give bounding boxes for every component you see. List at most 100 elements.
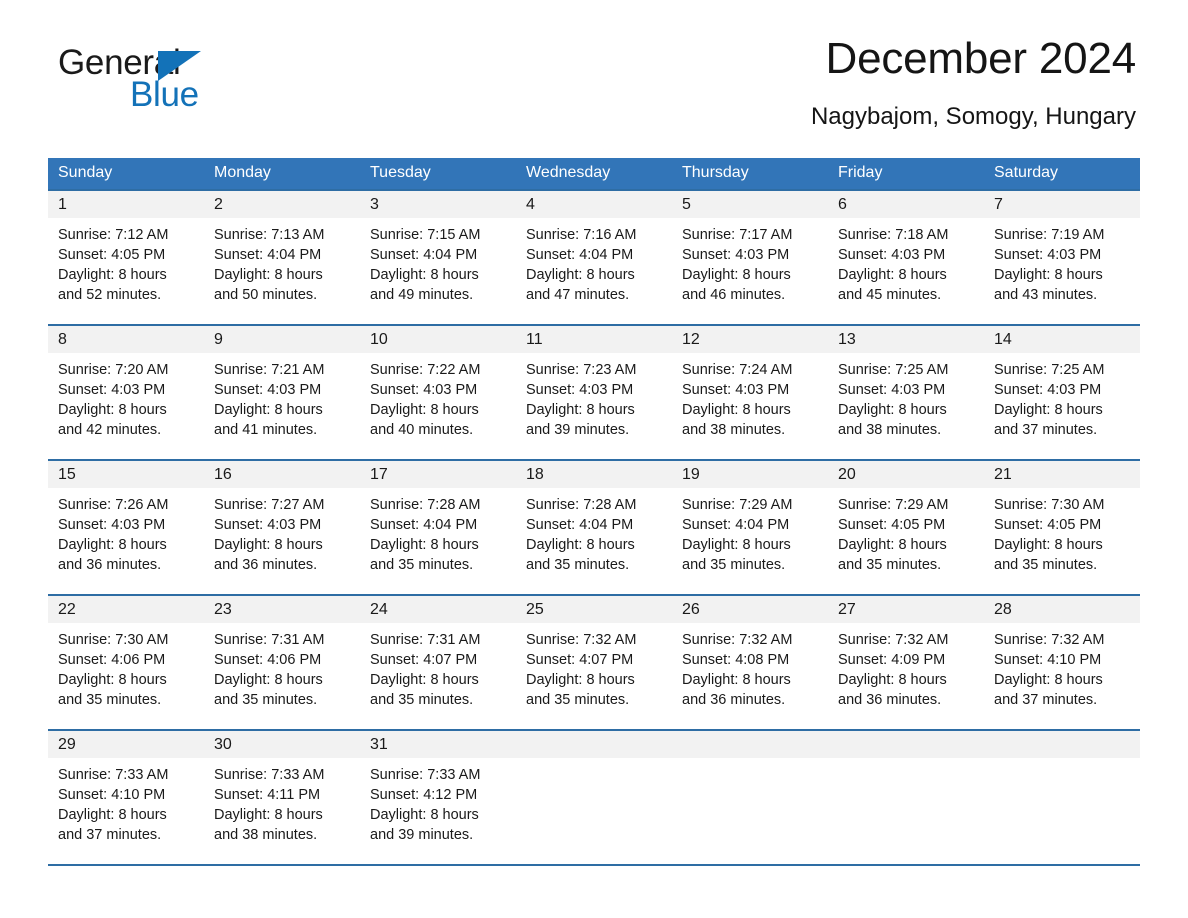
day-details: Sunrise: 7:15 AM Sunset: 4:04 PM Daylight:… [360, 218, 516, 305]
calendar-day[interactable]: 20 Sunrise: 7:29 AM Sunset: 4:05 PM Dayligh… [828, 461, 984, 594]
day-number: 20 [828, 461, 984, 488]
calendar-cell: 30 Sunrise: 7:33 AM Sunset: 4:11 PM Dayligh… [204, 729, 360, 866]
calendar-day[interactable]: 11 Sunrise: 7:23 AM Sunset: 4:03 PM Dayligh… [516, 326, 672, 459]
day-number: 1 [48, 191, 204, 218]
daylight-duration-line2: and 35 minutes. [370, 557, 474, 573]
calendar-day[interactable]: 12 Sunrise: 7:24 AM Sunset: 4:03 PM Dayligh… [672, 326, 828, 459]
sunrise-time: Sunrise: 7:32 AM [526, 632, 637, 648]
calendar-cell: 13 Sunrise: 7:25 AM Sunset: 4:03 PM Dayligh… [828, 324, 984, 460]
sunset-time: Sunset: 4:03 PM [214, 517, 322, 533]
day-details: Sunrise: 7:29 AM Sunset: 4:05 PM Daylight:… [828, 488, 984, 575]
daylight-duration-line1: Daylight: 8 hours [58, 267, 167, 283]
daylight-duration-line1: Daylight: 8 hours [838, 537, 947, 553]
calendar-day[interactable]: 17 Sunrise: 7:28 AM Sunset: 4:04 PM Dayligh… [360, 461, 516, 594]
calendar-day[interactable]: 6 Sunrise: 7:18 AM Sunset: 4:03 PM Daylight… [828, 191, 984, 324]
calendar-day[interactable]: 27 Sunrise: 7:32 AM Sunset: 4:09 PM Dayligh… [828, 596, 984, 729]
calendar-day[interactable]: 30 Sunrise: 7:33 AM Sunset: 4:11 PM Dayligh… [204, 731, 360, 864]
calendar-day[interactable]: 24 Sunrise: 7:31 AM Sunset: 4:07 PM Dayligh… [360, 596, 516, 729]
day-details: Sunrise: 7:16 AM Sunset: 4:04 PM Daylight:… [516, 218, 672, 305]
day-details: Sunrise: 7:32 AM Sunset: 4:10 PM Daylight:… [984, 623, 1140, 710]
sunrise-time: Sunrise: 7:16 AM [526, 227, 637, 243]
day-details: Sunrise: 7:30 AM Sunset: 4:05 PM Daylight:… [984, 488, 1140, 575]
day-details: Sunrise: 7:28 AM Sunset: 4:04 PM Daylight:… [516, 488, 672, 575]
calendar-week-row: 15 Sunrise: 7:26 AM Sunset: 4:03 PM Dayligh… [48, 459, 1140, 595]
calendar-day[interactable]: 26 Sunrise: 7:32 AM Sunset: 4:08 PM Dayligh… [672, 596, 828, 729]
sunset-time: Sunset: 4:05 PM [838, 517, 946, 533]
day-number: 29 [48, 731, 204, 758]
sunrise-time: Sunrise: 7:20 AM [58, 362, 169, 378]
daylight-duration-line2: and 35 minutes. [58, 692, 162, 708]
calendar-day[interactable]: 8 Sunrise: 7:20 AM Sunset: 4:03 PM Daylight… [48, 326, 204, 459]
calendar-day[interactable]: 18 Sunrise: 7:28 AM Sunset: 4:04 PM Dayligh… [516, 461, 672, 594]
day-details: Sunrise: 7:21 AM Sunset: 4:03 PM Daylight:… [204, 353, 360, 440]
calendar-day[interactable]: 4 Sunrise: 7:16 AM Sunset: 4:04 PM Daylight… [516, 191, 672, 324]
general-blue-logo[interactable]: General Blue [58, 45, 298, 113]
page-subtitle-location: Nagybajom, Somogy, Hungary [810, 103, 1136, 130]
calendar-cell: 10 Sunrise: 7:22 AM Sunset: 4:03 PM Dayligh… [360, 324, 516, 460]
calendar-day[interactable]: 29 Sunrise: 7:33 AM Sunset: 4:10 PM Dayligh… [48, 731, 204, 864]
day-number: 26 [672, 596, 828, 623]
sunrise-time: Sunrise: 7:12 AM [58, 227, 169, 243]
daylight-duration-line1: Daylight: 8 hours [682, 267, 791, 283]
sunset-time: Sunset: 4:05 PM [58, 247, 166, 263]
daylight-duration-line1: Daylight: 8 hours [58, 672, 167, 688]
sunset-time: Sunset: 4:03 PM [526, 382, 634, 398]
calendar-week-row: 29 Sunrise: 7:33 AM Sunset: 4:10 PM Dayligh… [48, 729, 1140, 866]
sunrise-time: Sunrise: 7:28 AM [370, 497, 481, 513]
calendar-day[interactable]: 16 Sunrise: 7:27 AM Sunset: 4:03 PM Dayligh… [204, 461, 360, 594]
sunrise-time: Sunrise: 7:28 AM [526, 497, 637, 513]
sunrise-time: Sunrise: 7:25 AM [994, 362, 1105, 378]
daylight-duration-line1: Daylight: 8 hours [526, 537, 635, 553]
sunrise-time: Sunrise: 7:26 AM [58, 497, 169, 513]
calendar-day[interactable]: 10 Sunrise: 7:22 AM Sunset: 4:03 PM Dayligh… [360, 326, 516, 459]
daylight-duration-line1: Daylight: 8 hours [370, 807, 479, 823]
calendar-day[interactable]: 25 Sunrise: 7:32 AM Sunset: 4:07 PM Dayligh… [516, 596, 672, 729]
day-number: 28 [984, 596, 1140, 623]
calendar-day[interactable]: 13 Sunrise: 7:25 AM Sunset: 4:03 PM Dayligh… [828, 326, 984, 459]
daylight-duration-line1: Daylight: 8 hours [838, 267, 947, 283]
calendar-day[interactable]: 22 Sunrise: 7:30 AM Sunset: 4:06 PM Dayligh… [48, 596, 204, 729]
calendar-day[interactable]: 23 Sunrise: 7:31 AM Sunset: 4:06 PM Dayligh… [204, 596, 360, 729]
daylight-duration-line2: and 36 minutes. [214, 557, 318, 573]
calendar-cell: 19 Sunrise: 7:29 AM Sunset: 4:04 PM Dayligh… [672, 459, 828, 595]
sunset-time: Sunset: 4:03 PM [838, 382, 946, 398]
calendar-day[interactable]: 31 Sunrise: 7:33 AM Sunset: 4:12 PM Dayligh… [360, 731, 516, 864]
daylight-duration-line1: Daylight: 8 hours [682, 402, 791, 418]
calendar-body: 1 Sunrise: 7:12 AM Sunset: 4:05 PM Daylight… [48, 189, 1140, 866]
day-number: 6 [828, 191, 984, 218]
sunrise-time: Sunrise: 7:24 AM [682, 362, 793, 378]
calendar-day[interactable]: 1 Sunrise: 7:12 AM Sunset: 4:05 PM Daylight… [48, 191, 204, 324]
calendar-day[interactable]: 19 Sunrise: 7:29 AM Sunset: 4:04 PM Dayligh… [672, 461, 828, 594]
daylight-duration-line2: and 40 minutes. [370, 422, 474, 438]
calendar-day[interactable]: 3 Sunrise: 7:15 AM Sunset: 4:04 PM Daylight… [360, 191, 516, 324]
daylight-duration-line2: and 50 minutes. [214, 287, 318, 303]
calendar-cell: 2 Sunrise: 7:13 AM Sunset: 4:04 PM Daylight… [204, 189, 360, 325]
day-number: 11 [516, 326, 672, 353]
calendar-cell: 22 Sunrise: 7:30 AM Sunset: 4:06 PM Dayligh… [48, 594, 204, 730]
calendar-cell: 9 Sunrise: 7:21 AM Sunset: 4:03 PM Daylight… [204, 324, 360, 460]
daylight-duration-line2: and 35 minutes. [994, 557, 1098, 573]
calendar-day[interactable]: 14 Sunrise: 7:25 AM Sunset: 4:03 PM Dayligh… [984, 326, 1140, 459]
calendar-day[interactable]: 5 Sunrise: 7:17 AM Sunset: 4:03 PM Daylight… [672, 191, 828, 324]
daylight-duration-line2: and 38 minutes. [838, 422, 942, 438]
daylight-duration-line2: and 35 minutes. [838, 557, 942, 573]
day-details: Sunrise: 7:25 AM Sunset: 4:03 PM Daylight:… [984, 353, 1140, 440]
calendar-cell: 31 Sunrise: 7:33 AM Sunset: 4:12 PM Dayligh… [360, 729, 516, 866]
daylight-duration-line2: and 37 minutes. [994, 692, 1098, 708]
calendar-cell: 17 Sunrise: 7:28 AM Sunset: 4:04 PM Dayligh… [360, 459, 516, 595]
calendar-day[interactable]: 28 Sunrise: 7:32 AM Sunset: 4:10 PM Dayligh… [984, 596, 1140, 729]
sunset-time: Sunset: 4:04 PM [370, 517, 478, 533]
day-number: 30 [204, 731, 360, 758]
calendar-day[interactable]: 15 Sunrise: 7:26 AM Sunset: 4:03 PM Dayligh… [48, 461, 204, 594]
daylight-duration-line2: and 46 minutes. [682, 287, 786, 303]
calendar-day[interactable]: 9 Sunrise: 7:21 AM Sunset: 4:03 PM Daylight… [204, 326, 360, 459]
sunrise-time: Sunrise: 7:33 AM [58, 767, 169, 783]
calendar-cell: 7 Sunrise: 7:19 AM Sunset: 4:03 PM Daylight… [984, 189, 1140, 325]
calendar-day[interactable]: 7 Sunrise: 7:19 AM Sunset: 4:03 PM Daylight… [984, 191, 1140, 324]
day-number: 10 [360, 326, 516, 353]
calendar-day[interactable]: 21 Sunrise: 7:30 AM Sunset: 4:05 PM Dayligh… [984, 461, 1140, 594]
sunrise-time: Sunrise: 7:29 AM [682, 497, 793, 513]
calendar-day[interactable]: 2 Sunrise: 7:13 AM Sunset: 4:04 PM Daylight… [204, 191, 360, 324]
weekday-header-thursday: Thursday [672, 158, 828, 190]
day-number: 8 [48, 326, 204, 353]
